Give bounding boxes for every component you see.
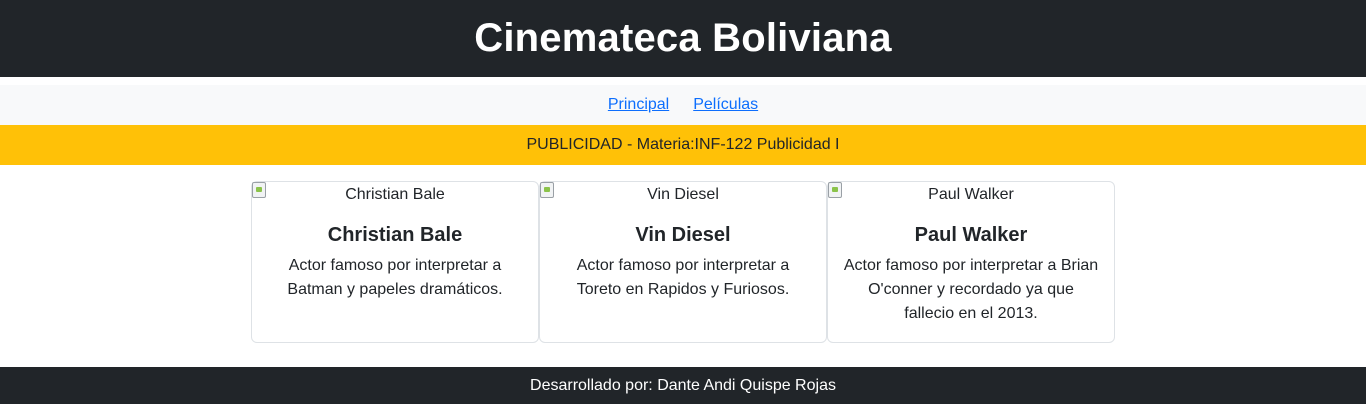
main-nav: Principal Películas xyxy=(0,85,1366,125)
actor-image-alt: Christian Bale xyxy=(345,186,445,203)
broken-image-icon xyxy=(252,182,266,198)
actor-description: Actor famoso por interpretar a Toreto en… xyxy=(576,257,790,298)
actor-cards: Christian Bale Christian Bale Actor famo… xyxy=(251,181,1115,343)
footer-credit: Desarrollado por: Dante Andi Quispe Roja… xyxy=(530,376,836,394)
actor-image: Paul Walker xyxy=(828,182,1114,208)
actor-card-paul-walker: Paul Walker Paul Walker Actor famoso por… xyxy=(827,181,1115,343)
actor-card-christian-bale: Christian Bale Christian Bale Actor famo… xyxy=(251,181,539,343)
actor-image-alt: Vin Diesel xyxy=(647,186,719,203)
actor-name: Christian Bale xyxy=(327,224,463,246)
broken-image-icon xyxy=(828,182,842,198)
actor-image: Christian Bale xyxy=(252,182,538,208)
actor-name: Vin Diesel xyxy=(635,224,731,246)
nav-link-principal[interactable]: Principal xyxy=(608,96,669,114)
nav-link-peliculas[interactable]: Películas xyxy=(693,96,758,114)
actor-name: Paul Walker xyxy=(914,224,1028,246)
site-header: Cinemateca Boliviana xyxy=(0,0,1366,77)
actor-image-alt: Paul Walker xyxy=(928,186,1014,203)
advertisement-text: PUBLICIDAD - Materia:INF-122 Publicidad … xyxy=(526,136,840,153)
actor-image: Vin Diesel xyxy=(540,182,826,208)
site-title: Cinemateca Boliviana xyxy=(474,16,892,60)
actor-description: Actor famoso por interpretar a Batman y … xyxy=(287,257,503,298)
actor-card-vin-diesel: Vin Diesel Vin Diesel Actor famoso por i… xyxy=(539,181,827,343)
actor-description: Actor famoso por interpretar a Brian O'c… xyxy=(843,257,1099,322)
advertisement-banner: PUBLICIDAD - Materia:INF-122 Publicidad … xyxy=(0,125,1366,165)
site-footer: Desarrollado por: Dante Andi Quispe Roja… xyxy=(0,367,1366,404)
broken-image-icon xyxy=(540,182,554,198)
